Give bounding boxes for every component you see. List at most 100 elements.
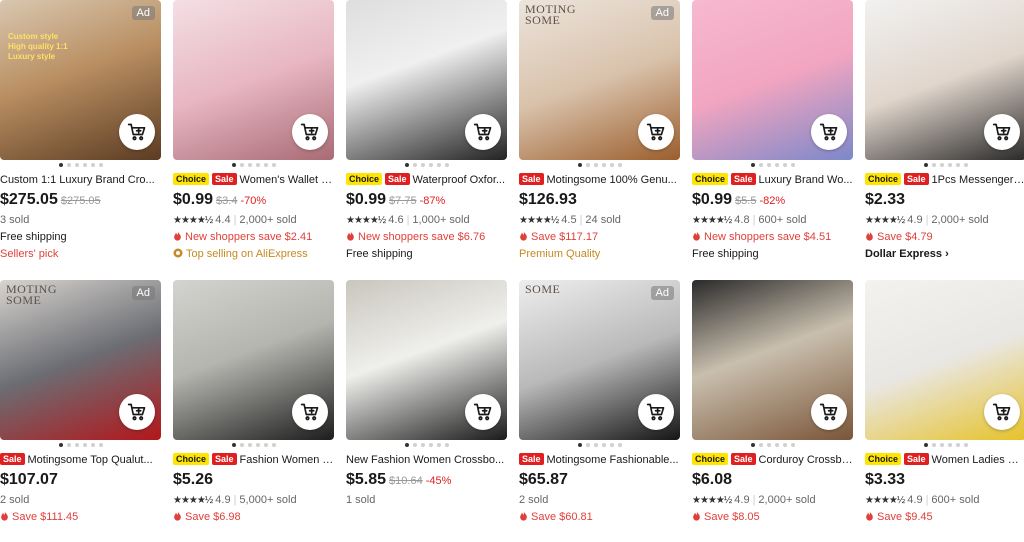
promo-line: Save $111.45 <box>0 511 161 525</box>
add-to-cart-icon[interactable] <box>984 394 1020 430</box>
rating-value: 4.9 <box>734 494 750 506</box>
add-to-cart-icon[interactable] <box>465 114 501 150</box>
product-image[interactable]: Ad SOME <box>519 280 680 440</box>
choice-badge: Choice <box>346 173 383 185</box>
add-to-cart-icon[interactable] <box>638 394 674 430</box>
add-to-cart-icon[interactable] <box>465 394 501 430</box>
star-rating-icon: ★★★★½ <box>865 495 905 506</box>
product-title-text: Motingsome 100% Genu... <box>546 174 677 186</box>
product-title[interactable]: Sale Motingsome Fashionable... <box>519 453 680 468</box>
image-carousel-dots[interactable] <box>346 443 507 451</box>
rating-sold-row: 2 sold <box>0 494 161 508</box>
product-image[interactable] <box>692 0 853 160</box>
promo-line: Save $8.05 <box>692 511 853 525</box>
sold-count: 600+ sold <box>758 214 807 226</box>
product-title[interactable]: Choice Sale Women Ladies Cu... <box>865 453 1024 468</box>
product-title[interactable]: Custom 1:1 Luxury Brand Cro... <box>0 173 161 188</box>
choice-badge: Choice <box>865 173 902 185</box>
sold-count: 2,000+ sold <box>931 214 989 226</box>
product-title-text: Custom 1:1 Luxury Brand Cro... <box>0 174 155 186</box>
product-title[interactable]: Choice Sale Luxury Brand Wo... <box>692 173 853 188</box>
product-card[interactable]: Choice Sale Luxury Brand Wo... $0.99 $5.5 -82… <box>692 0 853 262</box>
product-card[interactable]: Choice Sale Waterproof Oxfor... $0.99 $7.75-… <box>346 0 507 262</box>
image-carousel-dots[interactable] <box>692 163 853 171</box>
product-card[interactable]: New Fashion Women Crossbo... $5.85 $10.64-… <box>346 280 507 542</box>
product-image[interactable] <box>865 0 1024 160</box>
ad-badge: Ad <box>131 6 155 20</box>
promo-line: New shoppers save $2.41 <box>173 231 334 245</box>
image-carousel-dots[interactable] <box>519 443 680 451</box>
product-card[interactable]: Choice Sale Women's Wallet P... $0.99 $3.4 -7… <box>173 0 334 262</box>
product-title[interactable]: New Fashion Women Crossbo... <box>346 453 507 468</box>
price: $5.85 <box>346 471 387 488</box>
discount-percent: -45% <box>425 475 452 487</box>
product-title-text: Waterproof Oxfor... <box>412 174 506 186</box>
sale-badge: Sale <box>904 453 929 465</box>
product-image[interactable]: Ad MOTING SOME <box>519 0 680 160</box>
product-card[interactable]: Ad SOME Sale Motingsome Fashionable... $65.8… <box>519 280 680 542</box>
product-title-text: Women's Wallet P... <box>239 174 334 186</box>
price-row: $3.33 <box>865 471 1024 491</box>
info-line: Premium Quality <box>519 248 601 260</box>
product-title[interactable]: Sale Motingsome 100% Genu... <box>519 173 680 188</box>
image-carousel-dots[interactable] <box>173 443 334 451</box>
product-title[interactable]: Choice Sale Fashion Women T... <box>173 453 334 468</box>
product-card[interactable]: Ad Custom style High quality 1:1 Luxury sty… <box>0 0 161 262</box>
product-card[interactable]: Choice Sale Fashion Women T... $5.26 ★★★★½ 4… <box>173 280 334 542</box>
product-card[interactable]: Ad MOTING SOME Sale Motingsome 100% Genu... $… <box>519 0 680 262</box>
rating-value: 4.9 <box>907 494 923 506</box>
add-to-cart-icon[interactable] <box>984 114 1020 150</box>
product-card[interactable]: Choice Sale Women Ladies Cu... $3.33 ★★★★½ 4… <box>865 280 1024 542</box>
add-to-cart-icon[interactable] <box>292 114 328 150</box>
price-row: $0.99 $3.4 -70% <box>173 191 334 211</box>
product-card[interactable]: Ad MOTING SOME Sale Motingsome Top Qualut...… <box>0 280 161 542</box>
image-carousel-dots[interactable] <box>519 163 680 171</box>
product-image[interactable] <box>692 280 853 440</box>
discount-percent: -82% <box>759 195 786 207</box>
image-carousel-dots[interactable] <box>346 163 507 171</box>
product-title[interactable]: Choice Sale Corduroy Crossbo... <box>692 453 853 468</box>
discount-percent: -87% <box>419 195 446 207</box>
rating-sold-row: ★★★★½ 4.9 | 2,000+ sold <box>692 494 816 506</box>
promo-line: New shoppers save $6.76 <box>346 231 507 245</box>
price: $0.99 <box>346 191 387 208</box>
add-to-cart-icon[interactable] <box>119 394 155 430</box>
add-to-cart-icon[interactable] <box>811 114 847 150</box>
add-to-cart-icon[interactable] <box>638 114 674 150</box>
price: $0.99 <box>173 191 214 208</box>
add-to-cart-icon[interactable] <box>292 394 328 430</box>
image-carousel-dots[interactable] <box>173 163 334 171</box>
sale-badge: Sale <box>385 173 410 185</box>
product-title[interactable]: Choice Sale Women's Wallet P... <box>173 173 334 188</box>
promo-line: Save $60.81 <box>519 511 680 525</box>
product-image[interactable] <box>346 0 507 160</box>
add-to-cart-icon[interactable] <box>119 114 155 150</box>
image-carousel-dots[interactable] <box>865 163 1024 171</box>
product-card[interactable]: Choice Sale 1Pcs Messenger B... $2.33 ★★★★½ … <box>865 0 1024 262</box>
product-title[interactable]: Choice Sale 1Pcs Messenger B... <box>865 173 1024 188</box>
info-line[interactable]: Dollar Express › <box>865 248 1024 262</box>
product-image[interactable]: Ad MOTING SOME <box>0 280 161 440</box>
image-carousel-dots[interactable] <box>692 443 853 451</box>
product-image[interactable] <box>173 280 334 440</box>
price: $107.07 <box>0 471 58 488</box>
product-image[interactable] <box>173 0 334 160</box>
product-card[interactable]: Choice Sale Corduroy Crossbo... $6.08 ★★★★½ … <box>692 280 853 542</box>
add-to-cart-icon[interactable] <box>811 394 847 430</box>
image-carousel-dots[interactable] <box>0 163 161 171</box>
image-carousel-dots[interactable] <box>865 443 1024 451</box>
product-title[interactable]: Sale Motingsome Top Qualut... <box>0 453 161 468</box>
price-row: $0.99 $7.75 -87% <box>346 191 507 211</box>
image-carousel-dots[interactable] <box>0 443 161 451</box>
price: $0.99 <box>692 191 733 208</box>
product-title-text: Motingsome Top Qualut... <box>27 454 153 466</box>
product-image[interactable] <box>865 280 1024 440</box>
choice-badge: Choice <box>173 173 210 185</box>
product-image[interactable] <box>346 280 507 440</box>
price-row: $6.08 <box>692 471 853 491</box>
star-rating-icon: ★★★★½ <box>692 495 732 506</box>
product-image[interactable]: Ad Custom style High quality 1:1 Luxury sty… <box>0 0 161 160</box>
price: $3.33 <box>865 471 906 488</box>
price: $65.87 <box>519 471 568 488</box>
product-title[interactable]: Choice Sale Waterproof Oxfor... <box>346 173 507 188</box>
